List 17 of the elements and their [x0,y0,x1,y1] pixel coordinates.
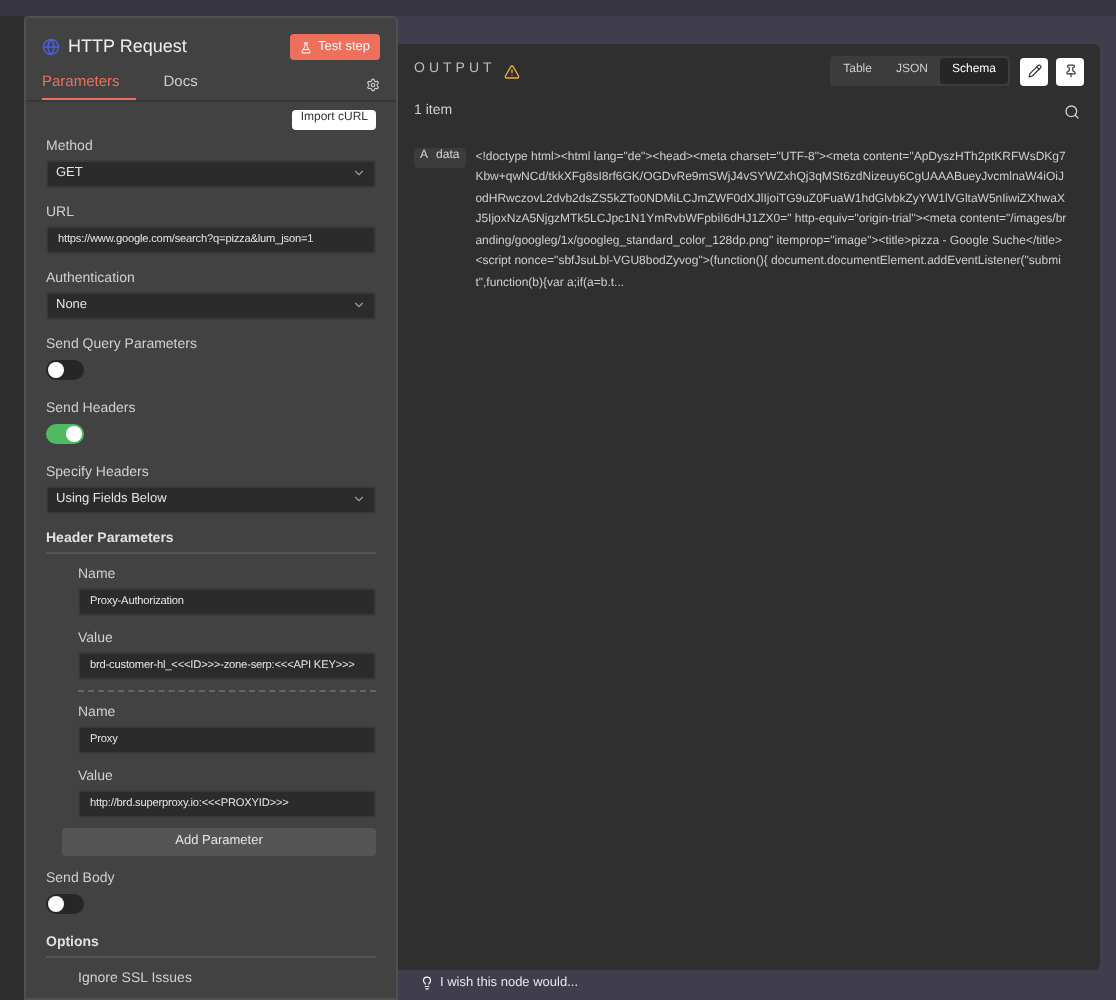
pin-button[interactable] [1056,57,1084,85]
chevron-down-icon [352,492,366,507]
toggle-switch[interactable] [46,893,84,914]
node-title: HTTP Request [68,34,187,60]
search-icon[interactable] [1064,104,1080,121]
edit-button[interactable] [1020,57,1048,85]
globe-icon [42,38,60,57]
pin-icon [1063,64,1077,78]
toggle-switch[interactable] [46,423,84,444]
lightbulb-icon [420,976,434,991]
flask-icon [299,41,312,54]
settings-icon[interactable] [366,77,380,92]
warning-icon [503,63,520,79]
pencil-icon [1027,64,1041,78]
chevron-down-icon [352,298,366,313]
toggle-switch[interactable] [46,359,84,380]
chevron-down-icon [352,166,366,181]
